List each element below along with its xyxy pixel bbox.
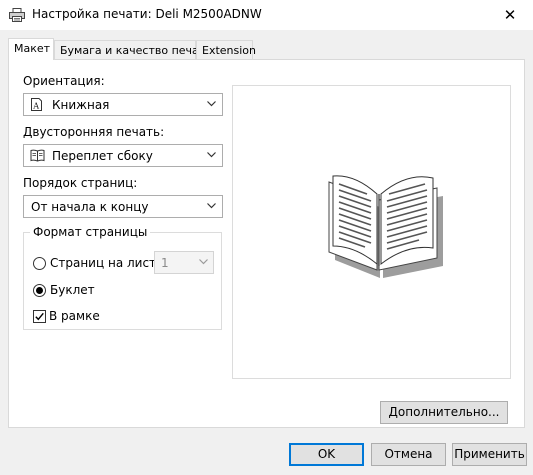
page-order-label: Порядок страниц: [23,176,138,190]
booklet-radio[interactable] [33,284,46,297]
booklet-side-binding-icon [30,149,45,162]
pages-per-sheet-label: Страниц на листе [50,256,164,270]
title-bar: Настройка печати: Deli M2500ADNW ✕ [0,0,533,30]
pages-per-sheet-radio[interactable] [33,257,46,270]
advanced-button[interactable]: Дополнительно... [380,401,508,424]
close-button[interactable]: ✕ [487,0,533,30]
svg-text:A: A [32,102,39,111]
ok-button[interactable]: OK [289,443,364,466]
orientation-value: Книжная [52,98,110,112]
pages-per-sheet-select[interactable]: 1 [154,251,214,274]
orientation-select[interactable]: A Книжная [23,93,223,116]
page-order-select[interactable]: От начала к концу [23,195,223,218]
chevron-down-icon [199,259,208,265]
printer-icon [9,8,25,22]
cancel-button[interactable]: Отмена [371,443,446,466]
tab-extension[interactable]: Extension [196,40,257,59]
preview-pane [232,85,511,379]
chevron-down-icon [207,101,216,107]
page-format-title: Формат страницы [30,225,151,239]
tab-layout[interactable]: Макет [8,38,54,60]
radio-selected-dot [36,287,43,294]
tab-label: Extension [202,44,257,57]
duplex-label: Двусторонняя печать: [23,125,165,139]
open-book-icon [328,175,443,278]
portrait-page-icon: A [31,98,42,111]
checkmark-icon [35,312,44,321]
window-title: Настройка печати: Deli M2500ADNW [32,7,262,21]
apply-button[interactable]: Применить [452,443,527,466]
tab-label: Макет [14,42,51,55]
orientation-label: Ориентация: [23,74,105,88]
chevron-down-icon [207,152,216,158]
border-checkbox[interactable] [33,310,46,323]
booklet-label: Буклет [50,283,95,297]
tab-label: Бумага и качество печати [60,44,213,57]
pages-per-sheet-value: 1 [161,256,169,270]
chevron-down-icon [207,203,216,209]
close-icon: ✕ [503,6,517,24]
border-label: В рамке [49,309,100,323]
page-order-value: От начала к концу [31,200,149,214]
tab-paper-quality[interactable]: Бумага и качество печати [54,40,212,59]
duplex-select[interactable]: Переплет сбоку [23,144,223,167]
duplex-value: Переплет сбоку [52,149,153,163]
